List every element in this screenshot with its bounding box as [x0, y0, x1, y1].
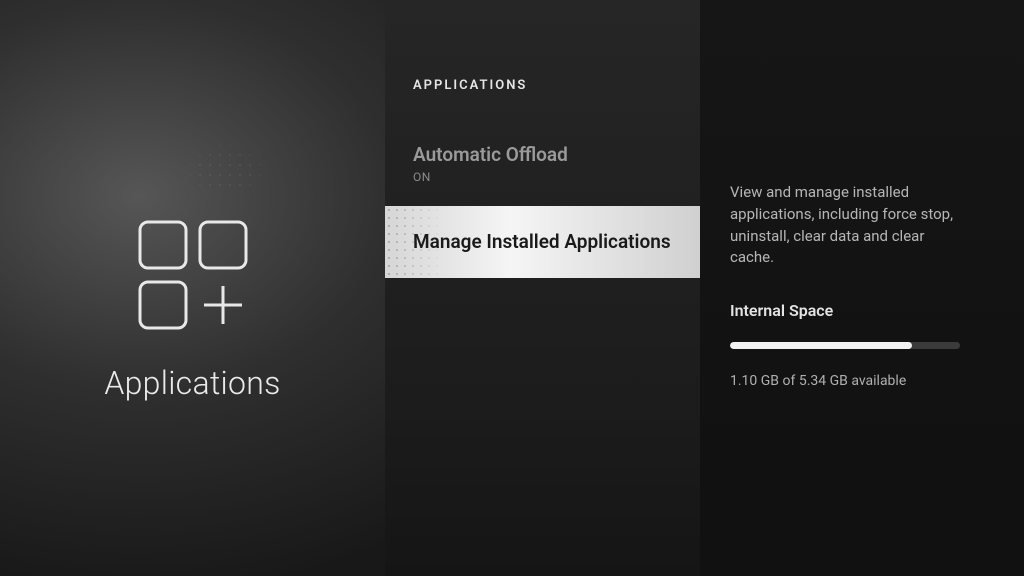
settings-menu: APPLICATIONS Automatic Offload ON Manage…: [385, 0, 700, 576]
applications-icon: [132, 214, 254, 336]
menu-item-subtitle: ON: [413, 170, 672, 184]
item-description: View and manage installed applications, …: [730, 182, 960, 269]
decorative-dots: [165, 130, 285, 210]
menu-item-automatic-offload[interactable]: Automatic Offload ON: [385, 131, 700, 198]
detail-panel: View and manage installed applications, …: [700, 0, 1024, 576]
storage-progress-fill: [730, 342, 912, 349]
storage-heading: Internal Space: [730, 301, 984, 320]
storage-progress-bar: [730, 342, 960, 349]
section-heading: APPLICATIONS: [385, 78, 700, 131]
category-panel: Applications: [0, 0, 385, 576]
category-title: Applications: [104, 364, 280, 402]
menu-item-title: Automatic Offload: [413, 143, 672, 167]
menu-item-title: Manage Installed Applications: [413, 230, 672, 254]
menu-item-manage-installed-applications[interactable]: Manage Installed Applications: [385, 206, 700, 278]
storage-available-text: 1.10 GB of 5.34 GB available: [730, 373, 984, 389]
